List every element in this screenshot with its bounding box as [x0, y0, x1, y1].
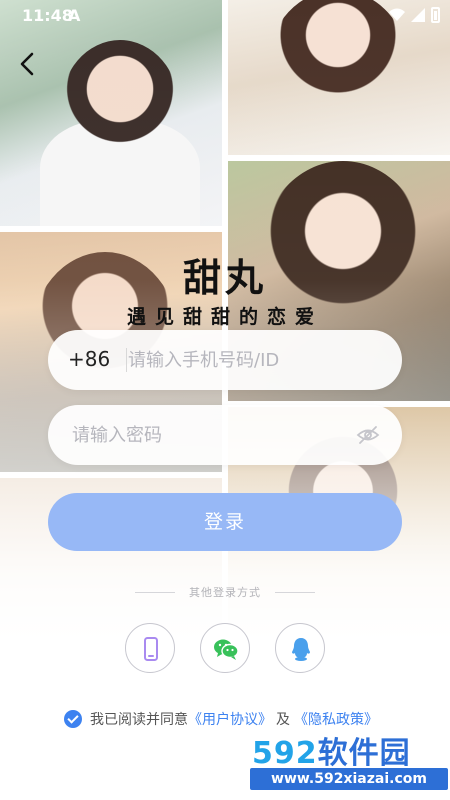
background-collage — [0, 0, 450, 800]
wechat-icon — [214, 639, 239, 660]
wechat-login-button[interactable] — [200, 623, 250, 673]
password-input[interactable] — [72, 420, 342, 450]
divider — [126, 348, 127, 372]
user-agreement-link[interactable]: 《用户协议》 — [188, 709, 272, 729]
site-watermark: 592软件园 www.592xiazai.com — [250, 728, 450, 800]
login-button[interactable]: 登录 — [48, 493, 402, 551]
background-fade — [0, 0, 450, 800]
eye-off-icon[interactable] — [356, 425, 380, 445]
wifi-icon — [389, 8, 405, 21]
back-button[interactable] — [14, 48, 42, 80]
status-icons — [389, 7, 440, 23]
chevron-left-icon — [20, 52, 34, 76]
qq-icon — [292, 638, 310, 661]
agreement-row: 我已阅读并同意 《用户协议》 及 《隐私政策》 — [64, 708, 378, 730]
other-login-label: 其他登录方式 — [189, 586, 261, 599]
battery-icon — [431, 7, 440, 23]
status-time: 11:48 — [22, 6, 73, 25]
status-bar: 11:48 A — [0, 0, 450, 32]
phone-icon — [144, 637, 158, 661]
country-code[interactable]: +86 — [68, 347, 110, 371]
watermark-url: www.592xiazai.com — [250, 768, 448, 790]
phone-login-button[interactable] — [125, 623, 175, 673]
qq-login-button[interactable] — [275, 623, 325, 673]
other-login-divider: 其他登录方式 — [0, 583, 450, 603]
divider-line — [275, 592, 315, 593]
watermark-number: 592 — [252, 736, 318, 771]
privacy-policy-link[interactable]: 《隐私政策》 — [294, 709, 378, 729]
phone-field[interactable]: +86 — [48, 330, 402, 390]
agreement-text: 我已阅读并同意 — [90, 712, 188, 728]
app-slogan: 遇见甜甜的恋爱 — [126, 306, 323, 328]
notification-icon: A — [68, 6, 81, 25]
agree-checkbox[interactable] — [64, 710, 82, 728]
watermark-text: 软件园 — [317, 736, 411, 771]
watermark-logo: 592软件园 — [252, 728, 411, 772]
phone-input[interactable] — [128, 345, 378, 375]
agreement-and: 及 — [276, 712, 290, 728]
signal-icon — [411, 8, 425, 22]
password-field[interactable] — [48, 405, 402, 465]
app-title: 甜丸 — [182, 256, 267, 300]
